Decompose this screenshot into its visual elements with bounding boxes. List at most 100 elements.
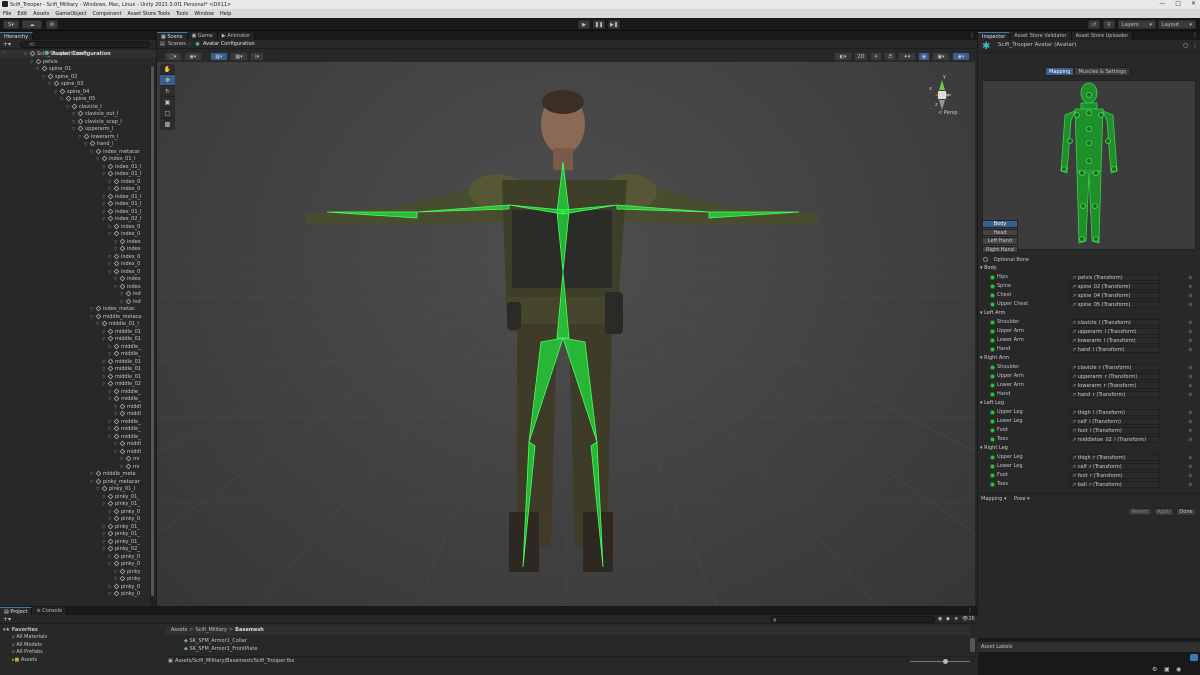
hierarchy-item[interactable]: ▽ index_01_l bbox=[102, 200, 141, 208]
hierarchy-item[interactable]: ▽ pinky bbox=[114, 568, 140, 576]
hierarchy-item[interactable]: ▽ pinky_01_ bbox=[102, 530, 140, 538]
hierarchy-item[interactable]: ▽ ind bbox=[120, 290, 141, 298]
done-button[interactable]: Done bbox=[1176, 508, 1196, 516]
tab-game[interactable]: ▣ Game bbox=[187, 32, 218, 40]
hidden-objects-icon[interactable]: ◉ bbox=[918, 52, 930, 61]
object-picker-icon[interactable] bbox=[1188, 284, 1193, 289]
bone-group-header[interactable]: ▾ Right Leg bbox=[980, 444, 1198, 453]
hierarchy-item[interactable]: ▽ index_0 bbox=[108, 185, 140, 193]
assets-root[interactable]: ▸■ Assets bbox=[12, 657, 37, 665]
hierarchy-item[interactable]: ▽ Scifi_Trooper(Clone) bbox=[24, 50, 87, 58]
hierarchy-item[interactable]: ▽ clavicle_scap_l bbox=[72, 118, 122, 126]
snap-dropdown[interactable]: ▦▾ bbox=[210, 52, 228, 61]
lighting-icon[interactable]: ☀ bbox=[870, 52, 882, 61]
bone-group-header[interactable]: ▾ Right Arm bbox=[980, 354, 1198, 363]
maximize-icon[interactable]: □ bbox=[1175, 0, 1181, 9]
favorite-icon[interactable]: ★ bbox=[954, 615, 958, 624]
hierarchy-item[interactable]: ▽ ind bbox=[120, 298, 141, 306]
minimize-icon[interactable]: — bbox=[1159, 0, 1165, 9]
bone-transform-field[interactable]: ↗ calf_l (Transform) bbox=[1069, 418, 1160, 425]
hierarchy-item[interactable]: ▽ pinky_02_ bbox=[102, 545, 140, 553]
hierarchy-item[interactable]: ▽ middle_01 bbox=[102, 365, 141, 373]
hierarchy-item[interactable]: ▽ spine_02 bbox=[42, 73, 77, 81]
bone-group-header[interactable]: ▾ Left Leg bbox=[980, 399, 1198, 408]
zoom-slider-thumb[interactable] bbox=[943, 659, 948, 664]
revert-button[interactable]: Revert bbox=[1128, 508, 1152, 516]
object-picker-icon[interactable] bbox=[1188, 383, 1193, 388]
mode-tab-muscles-settings[interactable]: Muscles & Settings bbox=[1074, 67, 1130, 76]
hierarchy-item[interactable]: ▽ mi bbox=[120, 455, 139, 463]
hierarchy-item[interactable]: ▽ index_01_l bbox=[96, 155, 135, 163]
mode-2d-toggle[interactable]: 2D bbox=[854, 52, 868, 61]
object-picker-icon[interactable] bbox=[1188, 464, 1193, 469]
hierarchy-item[interactable]: ▽ index_02_l bbox=[102, 215, 141, 223]
bone-transform-field[interactable]: ↗ clavicle_r (Transform) bbox=[1069, 364, 1160, 371]
hierarchy-item[interactable]: ▽ index_01_l bbox=[102, 170, 141, 178]
menu-item-tools[interactable]: Tools bbox=[176, 11, 188, 17]
hierarchy-item[interactable]: ▽ middle_ bbox=[108, 395, 141, 403]
tab-animator[interactable]: ▶ Animator bbox=[217, 32, 256, 40]
hierarchy-item[interactable]: ▽ hand_l bbox=[84, 140, 113, 148]
mapping-dropdown[interactable]: Mapping ▾ bbox=[981, 494, 1007, 504]
tab-console[interactable]: ≡ Console bbox=[32, 607, 68, 615]
hierarchy-item[interactable]: ▽ index_01_l bbox=[102, 163, 141, 171]
project-scrollbar[interactable] bbox=[970, 638, 975, 652]
rect-tool-icon[interactable]: □ bbox=[160, 108, 175, 119]
hierarchy-item[interactable]: ▽ index_0 bbox=[108, 268, 140, 276]
hierarchy-item[interactable]: ▽ index_0 bbox=[108, 253, 140, 261]
hierarchy-item[interactable]: ▽ pinky_01_ bbox=[102, 523, 140, 531]
grid-dropdown[interactable]: ▦▾ bbox=[230, 52, 248, 61]
bone-transform-field[interactable]: ↗ clavicle_l (Transform) bbox=[1069, 319, 1160, 326]
object-picker-icon[interactable] bbox=[1188, 419, 1193, 424]
hierarchy-scrollbar[interactable] bbox=[150, 66, 155, 606]
menu-item-gameobject[interactable]: GameObject bbox=[55, 11, 86, 17]
effects-dropdown[interactable]: ✦▾ bbox=[898, 52, 916, 61]
audio-icon[interactable]: ♬ bbox=[884, 52, 896, 61]
object-picker-icon[interactable] bbox=[1188, 293, 1193, 298]
hierarchy-item[interactable]: ▽ pinky_0 bbox=[108, 508, 140, 516]
hierarchy-item[interactable]: ▽ upperarm_l bbox=[72, 125, 113, 133]
move-tool-icon[interactable]: ✥ bbox=[160, 75, 175, 86]
hierarchy-item[interactable]: ▽ clavicle_out_l bbox=[72, 110, 118, 118]
more-options-icon[interactable]: ⋮ bbox=[1192, 42, 1198, 49]
menu-item-component[interactable]: Component bbox=[93, 11, 122, 17]
favorite-item[interactable]: ⌕ All Models bbox=[12, 642, 42, 650]
tab-hierarchy[interactable]: Hierarchy bbox=[0, 32, 34, 40]
hierarchy-item[interactable]: ▽ middle_01 bbox=[102, 358, 141, 366]
object-picker-icon[interactable] bbox=[1188, 482, 1193, 487]
scenes-icon[interactable]: ▤ bbox=[160, 40, 165, 49]
bone-transform-field[interactable]: ↗ spine_05 (Transform) bbox=[1069, 301, 1160, 308]
hierarchy-item[interactable]: ▽ spine_03 bbox=[48, 80, 83, 88]
hierarchy-item[interactable]: ▽ index bbox=[114, 238, 141, 246]
body-part-button-left-hand[interactable]: Left Hand bbox=[982, 237, 1018, 245]
menu-item-help[interactable]: Help bbox=[220, 11, 231, 17]
hierarchy-item[interactable]: ▽ index bbox=[114, 283, 141, 291]
object-picker-icon[interactable] bbox=[1188, 338, 1193, 343]
object-picker-icon[interactable] bbox=[1188, 275, 1193, 280]
hierarchy-item[interactable]: ▽ middl bbox=[114, 448, 141, 456]
hierarchy-item[interactable]: ▽ middle_01 bbox=[102, 373, 141, 381]
transform-tool-icon[interactable]: ▩ bbox=[160, 119, 175, 130]
body-part-button-head[interactable]: Head bbox=[982, 228, 1018, 236]
hierarchy-item[interactable]: ▽ mi bbox=[120, 463, 139, 471]
hierarchy-item[interactable]: ▽ middle_ bbox=[108, 343, 141, 351]
more-options-icon[interactable]: ⋮ bbox=[969, 32, 975, 39]
hierarchy-item[interactable]: ▽ middle_01_l bbox=[96, 320, 139, 328]
breadcrumb-item[interactable]: Basemesh bbox=[235, 627, 264, 633]
cloud-icon[interactable]: ☁ bbox=[22, 20, 42, 29]
hierarchy-item[interactable]: ▽ middle_ bbox=[108, 433, 141, 441]
mode-tab-mapping[interactable]: Mapping bbox=[1045, 67, 1075, 76]
hierarchy-item[interactable]: ▽ spine_04 bbox=[54, 88, 89, 96]
object-picker-icon[interactable] bbox=[1188, 320, 1193, 325]
object-picker-icon[interactable] bbox=[1188, 437, 1193, 442]
hierarchy-item[interactable]: ▽ spine_05 bbox=[60, 95, 95, 103]
hierarchy-item[interactable]: ▽ spine_01 bbox=[36, 65, 71, 73]
hierarchy-item[interactable]: ▽ index bbox=[114, 245, 141, 253]
hierarchy-item[interactable]: ▽ pinky_0 bbox=[108, 560, 140, 568]
cache-icon[interactable]: ▣ bbox=[1164, 666, 1170, 673]
object-picker-icon[interactable] bbox=[1188, 392, 1193, 397]
bone-transform-field[interactable]: ↗ calf_r (Transform) bbox=[1069, 463, 1160, 470]
object-picker-icon[interactable] bbox=[1188, 410, 1193, 415]
object-picker-icon[interactable] bbox=[1188, 455, 1193, 460]
hierarchy-item[interactable]: ▽ pinky_01_ bbox=[102, 500, 140, 508]
